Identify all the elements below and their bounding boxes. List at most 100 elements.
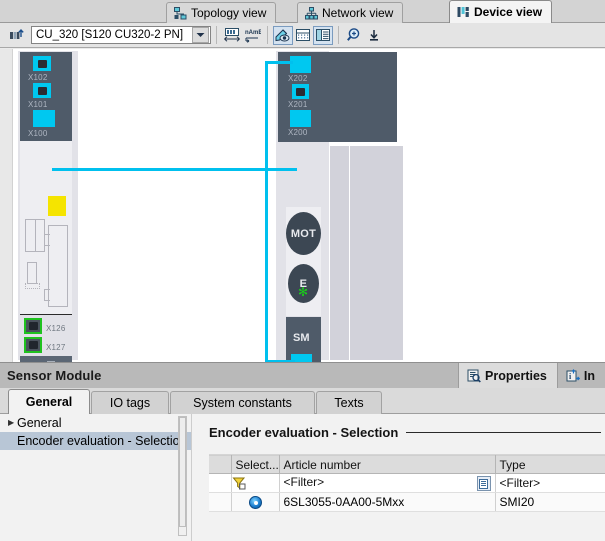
motor-connector-label: MOT xyxy=(290,227,317,240)
section-header: Encoder evaluation - Selection xyxy=(209,425,605,440)
port-x200-label: X200 xyxy=(288,128,308,137)
zoom-level-icon[interactable] xyxy=(364,26,384,45)
properties-nav-tree[interactable]: ▶ General Encoder evaluation - Selection xyxy=(0,414,192,541)
table-header-row: Select... Article number Type xyxy=(209,455,605,474)
port-x126[interactable] xyxy=(24,318,42,334)
port-x127[interactable] xyxy=(24,337,42,353)
properties-tab-group: Properties i In xyxy=(458,362,605,389)
info-icon: i xyxy=(566,368,580,383)
tab-device-view[interactable]: Device view xyxy=(449,0,553,23)
device-view-canvas[interactable]: X102 X101 X100 X126 X127 X140 xyxy=(0,49,605,362)
cu-slot-divider xyxy=(35,219,36,252)
row-article-number-cell: 6SL3055-0AA00-5Mxx xyxy=(279,492,496,512)
nav-item-encoder-evaluation-selection-label: Encoder evaluation - Selection xyxy=(17,434,187,448)
port-x101[interactable] xyxy=(33,83,51,98)
tab-properties-label: Properties xyxy=(485,368,547,383)
port-x200[interactable] xyxy=(290,110,311,127)
properties-object-title: Sensor Module xyxy=(7,368,102,383)
section-title: Encoder evaluation - Selection xyxy=(209,425,399,440)
properties-bar: Sensor Module Properties i In xyxy=(0,362,605,389)
port-x100-label: X100 xyxy=(28,129,48,138)
encoder-selection-table-wrap[interactable]: Select... Article number Type <Filter> <… xyxy=(209,454,605,541)
canvas-left-gutter xyxy=(0,49,13,362)
cu-cover-notch-bottom xyxy=(44,289,50,301)
wire-x500-vertical[interactable] xyxy=(265,168,268,362)
nav-item-encoder-evaluation-selection[interactable]: Encoder evaluation - Selection xyxy=(0,432,191,450)
grid-icon[interactable] xyxy=(293,26,313,45)
row-select-cell[interactable] xyxy=(231,492,280,512)
tab-network-view[interactable]: Network view xyxy=(297,2,404,23)
fit-width-icon[interactable] xyxy=(222,26,242,45)
port-x202-label: X202 xyxy=(288,74,308,83)
table-filter-row[interactable]: <Filter> <Filter> xyxy=(209,473,605,493)
radio-selected-icon[interactable] xyxy=(248,496,262,510)
tab-info[interactable]: i In xyxy=(556,362,605,389)
port-x201[interactable] xyxy=(292,84,309,99)
view-tab-bar: Topology view Network view Device view xyxy=(0,0,605,23)
name-label-icon[interactable]: nAmE xyxy=(242,26,262,45)
col-header-article-number[interactable]: Article number xyxy=(279,455,496,474)
filter-type-cell[interactable]: <Filter> xyxy=(495,473,605,493)
port-x127-label: X127 xyxy=(46,343,66,352)
cu-cover-plate xyxy=(48,225,68,307)
port-x100[interactable] xyxy=(33,110,55,127)
wire-x202-vertical[interactable] xyxy=(265,61,268,171)
tab-general-label: General xyxy=(25,395,73,409)
tab-system-constants-label: System constants xyxy=(193,396,292,410)
split-panel-icon[interactable] xyxy=(313,25,333,45)
data-row-gutter xyxy=(209,492,232,512)
tab-system-constants[interactable]: System constants xyxy=(170,391,315,414)
toolbar-separator-3 xyxy=(338,26,339,44)
filter-funnel-icon[interactable] xyxy=(231,476,279,491)
properties-body: ▶ General Encoder evaluation - Selection… xyxy=(0,414,605,541)
col-header-type[interactable]: Type xyxy=(495,455,605,474)
nav-tree-scrollbar[interactable] xyxy=(178,416,187,536)
pen-eye-icon[interactable] xyxy=(273,25,293,45)
device-overview-icon[interactable] xyxy=(6,26,26,45)
device-view-toolbar: CU_320 [S120 CU320-2 PN] nAmE xyxy=(0,23,605,48)
sm-side-rail xyxy=(330,146,349,360)
toolbar-separator-2 xyxy=(267,26,268,44)
nav-item-general[interactable]: ▶ General xyxy=(0,414,191,432)
chevron-down-icon[interactable] xyxy=(192,27,209,43)
zoom-magnifier-icon[interactable] xyxy=(344,26,364,45)
wire-x202-horizontal[interactable] xyxy=(265,61,293,64)
filter-list-icon[interactable] xyxy=(476,476,491,491)
filter-type-value: <Filter> xyxy=(499,476,541,490)
properties-icon xyxy=(467,369,481,383)
cu-band-divider xyxy=(20,314,72,315)
device-selector-value: CU_320 [S120 CU320-2 PN] xyxy=(36,29,184,41)
tab-texts-label: Texts xyxy=(334,396,364,410)
nav-item-general-label: General xyxy=(17,416,62,430)
port-x101-label: X101 xyxy=(28,100,48,109)
port-x102[interactable] xyxy=(33,56,51,71)
device-selector-combo[interactable]: CU_320 [S120 CU320-2 PN] xyxy=(31,26,211,44)
encoder-selection-table[interactable]: Select... Article number Type <Filter> <… xyxy=(209,455,605,512)
tab-properties[interactable]: Properties xyxy=(458,362,557,389)
tab-general[interactable]: General xyxy=(8,389,90,414)
filter-row-gutter xyxy=(209,473,232,493)
tab-topology-view-label: Topology view xyxy=(191,6,267,20)
cu-slot-outline-c xyxy=(25,283,40,289)
tab-topology-view[interactable]: Topology view xyxy=(166,2,277,23)
port-x202[interactable] xyxy=(290,56,311,73)
wire-x100-to-x200[interactable] xyxy=(52,168,297,171)
chevron-right-icon[interactable]: ▶ xyxy=(6,419,17,427)
sensor-module-label: SM xyxy=(293,332,310,344)
port-x126-label: X126 xyxy=(46,324,66,333)
properties-sub-tab-bar: General IO tags System constants Texts xyxy=(0,388,605,414)
filter-select-cell[interactable] xyxy=(231,473,280,493)
filter-article-number-cell[interactable]: <Filter> xyxy=(279,473,496,493)
network-icon xyxy=(305,6,318,20)
tab-network-view-label: Network view xyxy=(322,6,394,20)
motor-connector[interactable]: MOT xyxy=(286,212,321,255)
col-header-select[interactable]: Select... xyxy=(231,455,280,474)
cu-yellow-indicator xyxy=(48,196,66,216)
nav-tree-scrollbar-thumb[interactable] xyxy=(179,417,186,527)
tab-texts[interactable]: Texts xyxy=(316,391,382,414)
tab-io-tags[interactable]: IO tags xyxy=(91,391,169,414)
table-row[interactable]: 6SL3055-0AA00-5Mxx SMI20 xyxy=(209,492,605,512)
tab-io-tags-label: IO tags xyxy=(109,396,151,410)
col-header-gutter xyxy=(209,455,232,474)
section-rule xyxy=(406,432,601,433)
